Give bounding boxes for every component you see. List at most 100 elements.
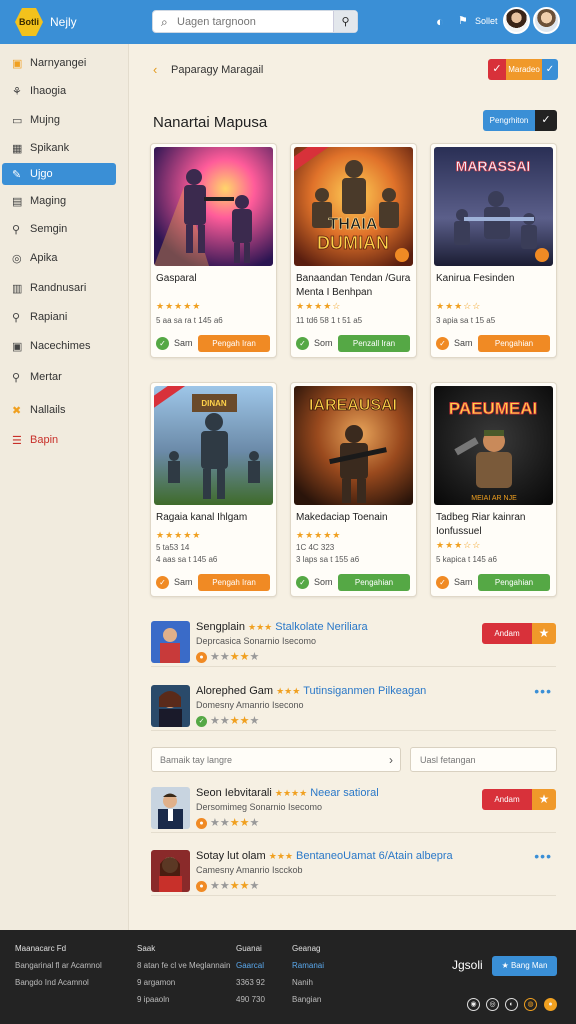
sidebar-item-label: Ujgo (30, 168, 53, 180)
sidebar-item-10[interactable]: ▣ Nacechimes (2, 335, 116, 357)
rating-stars: ★★★★☆ (296, 301, 342, 311)
search-input[interactable] (177, 16, 327, 28)
list-action-button[interactable]: Andam (482, 789, 532, 810)
sidebar-item-4[interactable]: ✎ Ujgo (2, 163, 116, 185)
footer-link[interactable]: Ramanai (292, 957, 324, 974)
user-label[interactable]: Sollet (475, 16, 498, 26)
game-cover-image[interactable]: THAIA DUMIAN (294, 147, 413, 266)
list-icon: ▥ (12, 282, 23, 295)
section-action-button[interactable]: Pengrhiton (483, 110, 535, 131)
sidebar-item-5[interactable]: ▤ Maging (2, 190, 116, 212)
card-action-button[interactable]: Pengah Iran (198, 335, 270, 352)
list-action-group[interactable]: Andam ★ (482, 623, 556, 644)
check-icon[interactable]: ✓ (542, 59, 558, 80)
footer-link[interactable]: Bangarinal fl ar Acamnol (15, 957, 102, 974)
card-action-button[interactable]: Penzall Iran (338, 335, 410, 352)
card-action-button[interactable]: Pengahian (478, 335, 550, 352)
game-card[interactable]: DINAN Ragaia kanal Ihlgam ★★★★★ 5 ta53 1… (150, 382, 277, 597)
tools-icon: ✖ (12, 404, 22, 417)
sidebar-item-3[interactable]: ▦ Spikank (2, 137, 116, 159)
game-cover-image[interactable] (154, 147, 273, 266)
avatar[interactable] (533, 7, 560, 34)
social-icon[interactable]: ◐ (505, 998, 518, 1011)
footer-link[interactable]: 9 ipaaoln (137, 991, 230, 1008)
avatar[interactable] (503, 7, 530, 34)
settings-icon[interactable]: ◐ (436, 14, 444, 29)
card-action-button[interactable]: Pengah Iran (198, 574, 270, 591)
star-icon[interactable]: ★ (532, 623, 556, 644)
game-cover-image[interactable]: DINAN (154, 386, 273, 505)
game-card[interactable]: MARASSAI Kanirua Fesinden ★★★☆☆ 3 apia s… (430, 143, 557, 358)
check-icon[interactable]: ✓ (488, 59, 506, 80)
list-action-button[interactable]: Andam (482, 623, 532, 644)
top-action-button[interactable]: Maradeo (506, 59, 542, 80)
search-button[interactable]: ⚲ (333, 11, 357, 32)
game-card[interactable]: IAREAUSAI Makedaciap Toenain ★★★★★ 1C 4C… (290, 382, 417, 597)
footer-link[interactable]: Gaarcal (236, 957, 265, 974)
back-icon[interactable]: ‹ (153, 62, 157, 77)
list-thumbnail (151, 787, 190, 829)
app-logo[interactable]: Botli (15, 8, 43, 36)
card-meta: 5 ta53 14 (156, 543, 190, 552)
card-status: Som (314, 338, 333, 348)
sidebar-item-8[interactable]: ▥ Randnusari (2, 277, 116, 299)
star-icon[interactable]: ★ (532, 789, 556, 810)
sidebar-item-13[interactable]: ☰ Bapin (2, 429, 116, 451)
sidebar-item-12[interactable]: ✖ Nallails (2, 399, 116, 421)
social-icon[interactable]: ● (544, 998, 557, 1011)
card-action-button[interactable]: Pengahian (338, 574, 410, 591)
svg-text:MEIAI AR NJE: MEIAI AR NJE (471, 495, 517, 502)
footer-link[interactable]: Bangdo Ind Acamnol (15, 974, 102, 991)
sidebar-item-label: Semgin (30, 223, 68, 235)
sidebar-item-11[interactable]: ⚲ Mertar (2, 366, 116, 388)
game-cover-image[interactable]: MARASSAI (434, 147, 553, 266)
sidebar-item-label: Spikank (30, 142, 70, 154)
list-title: Seon Iebvitarali ★★★★ Neear satioral (196, 787, 379, 799)
card-meta: 11 td6 58 1 t 51 a5 (296, 316, 363, 325)
game-cover-image[interactable]: IAREAUSAI (294, 386, 413, 505)
footer-link[interactable]: Nanih (292, 974, 324, 991)
card-meta: 5 kapica t 145 a6 (436, 555, 497, 564)
check-icon[interactable]: ✓ (535, 110, 557, 131)
text-field[interactable]: Uasl fetangan (410, 747, 557, 772)
list-item[interactable]: Seon Iebvitarali ★★★★ Neear satioral Der… (151, 785, 556, 833)
footer-link[interactable]: 490 730 (236, 991, 265, 1008)
more-options-icon[interactable]: ••• (534, 683, 552, 699)
sidebar-item-label: Mertar (30, 371, 62, 383)
notification-icon[interactable]: ⚑ (458, 14, 468, 27)
sidebar-item-0[interactable]: ▣ Narnyangei (2, 52, 116, 74)
sidebar-item-9[interactable]: ⚲ Rapiani (2, 306, 116, 328)
list-item[interactable]: Sengplain ★★★ Stalkolate Neriliara Deprc… (151, 619, 556, 667)
top-action-group[interactable]: ✓ Maradeo ✓ (488, 59, 558, 80)
game-card[interactable]: PAEUMEAI MEIAI AR NJE Tadbeg Riar kainran… (430, 382, 557, 597)
card-action-button[interactable]: Pengahian (478, 574, 550, 591)
list-action-group[interactable]: Andam ★ (482, 789, 556, 810)
footer-link[interactable]: Bangian (292, 991, 324, 1008)
game-card[interactable]: Gasparal ★★★★★ 5 aa sa ra t 145 a6 ✓ Sam… (150, 143, 277, 358)
text-field[interactable]: Bamaik tay langre › (151, 747, 401, 772)
chevron-right-icon[interactable]: › (389, 753, 393, 767)
card-status: Sam (174, 577, 193, 587)
footer-link[interactable]: 3363 92 (236, 974, 265, 991)
footer-link[interactable]: 8 atan fe cl ve Meglannain (137, 957, 230, 974)
social-icon[interactable]: ◉ (467, 998, 480, 1011)
card-status: Sam (454, 577, 473, 587)
sidebar-item-6[interactable]: ⚲ Semgin (2, 218, 116, 240)
list-item[interactable]: Alorephed Gam ★★★ Tutinsiganmen Pilkeaga… (151, 683, 556, 731)
game-cover-image[interactable]: PAEUMEAI MEIAI AR NJE (434, 386, 553, 505)
sidebar-item-7[interactable]: ◎ Apika (2, 247, 116, 269)
svg-text:DUMIAN: DUMIAN (317, 233, 389, 253)
social-icon[interactable]: ◎ (486, 998, 499, 1011)
social-icon[interactable]: ◍ (524, 998, 537, 1011)
list-item[interactable]: Sotay lut olam ★★★ BentaneoUamat 6/Atain… (151, 848, 556, 896)
footer-button[interactable]: ★ Bang Man (492, 956, 557, 976)
sidebar-item-label: Apika (30, 252, 58, 264)
section-action-group[interactable]: Pengrhiton ✓ (483, 110, 557, 131)
game-card[interactable]: THAIA DUMIAN Banaandan Tendan /Gura Menta… (290, 143, 417, 358)
more-options-icon[interactable]: ••• (534, 848, 552, 864)
folder-icon: ▭ (12, 114, 23, 127)
card-meta: 1C 4C 323 (296, 543, 335, 552)
footer-link[interactable]: 9 argamon (137, 974, 230, 991)
sidebar-item-2[interactable]: ▭ Mujng (2, 109, 116, 131)
sidebar-item-1[interactable]: ⚘ Ihaogia (2, 80, 116, 102)
